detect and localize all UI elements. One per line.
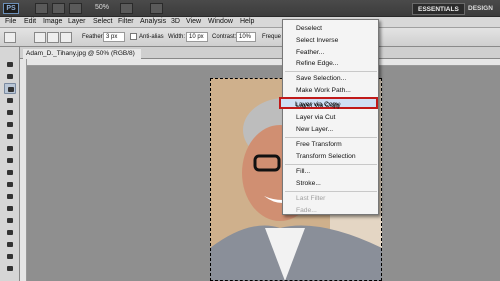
subtract-selection-icon[interactable] — [60, 32, 72, 43]
menu-layer[interactable]: Layer — [68, 18, 86, 25]
menu-window[interactable]: Window — [208, 18, 233, 25]
arrange-documents-icon[interactable] — [120, 3, 133, 14]
width-field[interactable]: 10 px — [186, 32, 208, 42]
menu-item-fill[interactable]: Fill... — [296, 168, 310, 175]
menu-item-transform-selection[interactable]: Transform Selection — [296, 153, 356, 160]
menu-item-new-layer[interactable]: New Layer... — [296, 126, 333, 133]
brush-tool-icon[interactable] — [4, 143, 16, 154]
menu-item-layer-via-cut[interactable]: Layer via Cut — [296, 114, 335, 121]
vertical-ruler — [20, 59, 27, 281]
document-tab-bar: Adam_D._Tihany.jpg @ 50% (RGB/8) — [20, 47, 500, 59]
width-label: Width: — [168, 34, 186, 40]
menu-item-deselect[interactable]: Deselect — [296, 25, 322, 32]
clone-stamp-tool-icon[interactable] — [4, 155, 16, 166]
new-selection-icon[interactable] — [34, 32, 46, 43]
menu-item-free-transform[interactable]: Free Transform — [296, 141, 342, 148]
workspace-design-button[interactable]: DESIGN — [463, 3, 498, 15]
move-tool-icon[interactable] — [4, 59, 16, 70]
menu-3d[interactable]: 3D — [171, 18, 180, 25]
view-extras-icon[interactable] — [69, 3, 82, 14]
tool-preset-icon[interactable] — [4, 32, 16, 43]
menu-bar: File Edit Image Layer Select Filter Anal… — [0, 17, 500, 28]
quick-selection-tool-icon[interactable] — [4, 95, 16, 106]
eyedropper-tool-icon[interactable] — [4, 119, 16, 130]
menu-select[interactable]: Select — [93, 18, 112, 25]
document-tab[interactable]: Adam_D._Tihany.jpg @ 50% (RGB/8) — [23, 49, 141, 59]
tools-panel — [0, 47, 20, 281]
shape-tool-icon[interactable] — [4, 263, 16, 274]
feather-label: Feather: — [82, 34, 105, 40]
menu-separator — [285, 164, 377, 165]
application-bar: PS 50% ESSENTIALS DESIGN — [0, 0, 500, 17]
marquee-tool-icon[interactable] — [4, 71, 16, 82]
zoom-level[interactable]: 50% — [95, 4, 109, 11]
menu-item-refine-edge[interactable]: Refine Edge... — [296, 60, 338, 67]
menu-item-fade: Fade... — [296, 207, 317, 214]
photoshop-window: PS 50% ESSENTIALS DESIGN File Edit Image… — [0, 0, 500, 281]
menu-item-select-inverse[interactable]: Select Inverse — [296, 37, 338, 44]
options-bar: Feather: 3 px Anti-alias Width: 10 px Co… — [0, 28, 500, 47]
blur-tool-icon[interactable] — [4, 203, 16, 214]
add-selection-icon[interactable] — [47, 32, 59, 43]
menu-separator — [285, 71, 377, 72]
screen-mode-icon[interactable] — [150, 3, 163, 14]
feather-field[interactable]: 3 px — [103, 32, 125, 42]
menu-filter[interactable]: Filter — [118, 18, 134, 25]
photoshop-logo: PS — [3, 3, 19, 14]
menu-file[interactable]: File — [5, 18, 16, 25]
menu-analysis[interactable]: Analysis — [140, 18, 166, 25]
menu-help[interactable]: Help — [240, 18, 254, 25]
selection-context-menu: Deselect Select Inverse Feather... Refin… — [282, 19, 379, 215]
type-tool-icon[interactable] — [4, 239, 16, 250]
lasso-tool-icon[interactable] — [4, 83, 16, 94]
gradient-tool-icon[interactable] — [4, 191, 16, 202]
eraser-tool-icon[interactable] — [4, 179, 16, 190]
menu-item-feather[interactable]: Feather... — [296, 49, 324, 56]
menu-item-make-work-path[interactable]: Make Work Path... — [296, 87, 351, 94]
menu-item-layer-via-copy-highlighted[interactable]: Layer via Copy — [295, 101, 340, 108]
contrast-field[interactable]: 10% — [236, 32, 256, 42]
history-brush-tool-icon[interactable] — [4, 167, 16, 178]
workspace-essentials-button[interactable]: ESSENTIALS — [412, 3, 465, 15]
menu-item-last-filter: Last Filter — [296, 195, 326, 202]
minibridge-icon[interactable] — [52, 3, 65, 14]
antialias-checkbox[interactable] — [130, 33, 137, 40]
antialias-label: Anti-alias — [139, 34, 164, 40]
pen-tool-icon[interactable] — [4, 227, 16, 238]
menu-view[interactable]: View — [186, 18, 201, 25]
crop-tool-icon[interactable] — [4, 107, 16, 118]
menu-image[interactable]: Image — [43, 18, 62, 25]
path-selection-tool-icon[interactable] — [4, 251, 16, 262]
menu-item-stroke[interactable]: Stroke... — [296, 180, 321, 187]
menu-edit[interactable]: Edit — [24, 18, 36, 25]
contrast-label: Contrast: — [212, 34, 237, 40]
frequency-label: Freque — [262, 34, 282, 40]
bridge-icon[interactable] — [35, 3, 48, 14]
dodge-tool-icon[interactable] — [4, 215, 16, 226]
menu-item-save-selection[interactable]: Save Selection... — [296, 75, 346, 82]
menu-separator — [285, 191, 377, 192]
healing-brush-tool-icon[interactable] — [4, 131, 16, 142]
menu-separator — [285, 137, 377, 138]
horizontal-ruler — [20, 59, 500, 66]
